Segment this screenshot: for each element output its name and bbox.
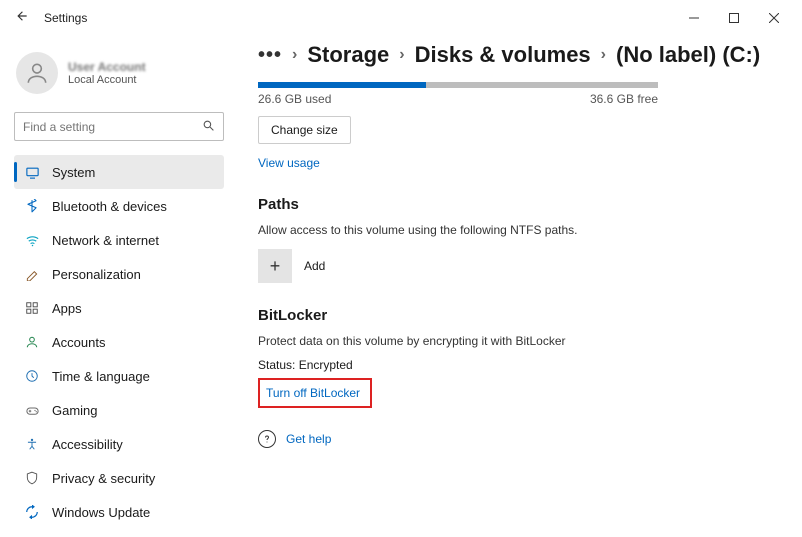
paths-heading: Paths [258, 196, 774, 213]
search-icon [202, 119, 215, 135]
storage-free-label: 36.6 GB free [590, 92, 658, 106]
sidebar-item-network-internet[interactable]: Network & internet [14, 223, 224, 257]
add-path-label: Add [304, 259, 325, 273]
sidebar-item-label: Privacy & security [52, 471, 155, 486]
breadcrumb-more[interactable]: ••• [258, 44, 282, 67]
sidebar-item-label: Accessibility [52, 437, 123, 452]
windows-update-icon [24, 504, 40, 520]
sidebar-item-personalization[interactable]: Personalization [14, 257, 224, 291]
sidebar-item-label: Network & internet [52, 233, 159, 248]
system-icon [24, 164, 40, 180]
sidebar-item-system[interactable]: System [14, 155, 224, 189]
get-help-row[interactable]: Get help [258, 430, 774, 448]
plus-icon: + [270, 256, 281, 277]
sidebar-item-label: Accounts [52, 335, 105, 350]
sidebar-item-accounts[interactable]: Accounts [14, 325, 224, 359]
chevron-right-icon: › [292, 46, 297, 64]
close-icon [769, 13, 779, 23]
sidebar-item-bluetooth-devices[interactable]: Bluetooth & devices [14, 189, 224, 223]
sidebar-item-label: System [52, 165, 95, 180]
get-help-link[interactable]: Get help [286, 432, 331, 446]
titlebar: Settings [0, 0, 802, 36]
sidebar-item-apps[interactable]: Apps [14, 291, 224, 325]
bluetooth-devices-icon [24, 198, 40, 214]
sidebar-item-gaming[interactable]: Gaming [14, 393, 224, 427]
apps-icon [24, 300, 40, 316]
sidebar-item-accessibility[interactable]: Accessibility [14, 427, 224, 461]
sidebar-item-time-language[interactable]: Time & language [14, 359, 224, 393]
add-path-row: + Add [258, 249, 774, 283]
storage-usage: 26.6 GB used 36.6 GB free [258, 82, 658, 106]
avatar [16, 52, 58, 94]
breadcrumb-storage[interactable]: Storage [307, 42, 389, 68]
add-path-button[interactable]: + [258, 249, 292, 283]
breadcrumb-current: (No label) (C:) [616, 42, 760, 68]
main-content: ••• › Storage › Disks & volumes › (No la… [236, 36, 802, 537]
back-button[interactable] [8, 9, 36, 28]
maximize-icon [729, 13, 739, 23]
accessibility-icon [24, 436, 40, 452]
nav-list: System Bluetooth & devices Network & inter… [14, 155, 224, 529]
sidebar-item-label: Gaming [52, 403, 98, 418]
user-block[interactable]: User Account Local Account [14, 44, 224, 108]
maximize-button[interactable] [714, 4, 754, 32]
personalization-icon [24, 266, 40, 282]
accounts-icon [24, 334, 40, 350]
minimize-button[interactable] [674, 4, 714, 32]
bitlocker-heading: BitLocker [258, 307, 774, 324]
sidebar-item-label: Personalization [52, 267, 141, 282]
user-subtitle: Local Account [68, 74, 146, 86]
breadcrumb: ••• › Storage › Disks & volumes › (No la… [258, 42, 774, 68]
window-title: Settings [44, 11, 87, 25]
storage-bar-fill [258, 82, 426, 88]
network-internet-icon [24, 232, 40, 248]
settings-window: Settings User Account Local Account [0, 0, 802, 537]
minimize-icon [689, 13, 699, 23]
breadcrumb-disks-volumes[interactable]: Disks & volumes [415, 42, 591, 68]
change-size-button[interactable]: Change size [258, 116, 351, 144]
help-icon [258, 430, 276, 448]
storage-bar [258, 82, 658, 88]
sidebar-item-windows-update[interactable]: Windows Update [14, 495, 224, 529]
sidebar-item-label: Time & language [52, 369, 150, 384]
sidebar-item-label: Bluetooth & devices [52, 199, 167, 214]
time-language-icon [24, 368, 40, 384]
bitlocker-link-highlight: Turn off BitLocker [258, 378, 372, 408]
user-name: User Account [68, 60, 146, 74]
bitlocker-description: Protect data on this volume by encryptin… [258, 334, 774, 348]
sidebar-item-label: Apps [52, 301, 82, 316]
bitlocker-status: Status: Encrypted [258, 358, 774, 372]
turn-off-bitlocker-link[interactable]: Turn off BitLocker [266, 386, 360, 400]
arrow-left-icon [15, 9, 29, 23]
close-button[interactable] [754, 4, 794, 32]
privacy-security-icon [24, 470, 40, 486]
sidebar-item-label: Windows Update [52, 505, 150, 520]
view-usage-link[interactable]: View usage [258, 156, 320, 170]
sidebar: User Account Local Account System Bluetoo… [0, 36, 236, 537]
paths-description: Allow access to this volume using the fo… [258, 223, 774, 237]
person-icon [24, 60, 50, 86]
window-controls [674, 4, 794, 32]
storage-used-label: 26.6 GB used [258, 92, 331, 106]
user-text: User Account Local Account [68, 60, 146, 86]
chevron-right-icon: › [601, 46, 606, 64]
sidebar-item-privacy-security[interactable]: Privacy & security [14, 461, 224, 495]
search-input[interactable] [23, 120, 202, 134]
gaming-icon [24, 402, 40, 418]
search-box[interactable] [14, 112, 224, 141]
chevron-right-icon: › [399, 46, 404, 64]
